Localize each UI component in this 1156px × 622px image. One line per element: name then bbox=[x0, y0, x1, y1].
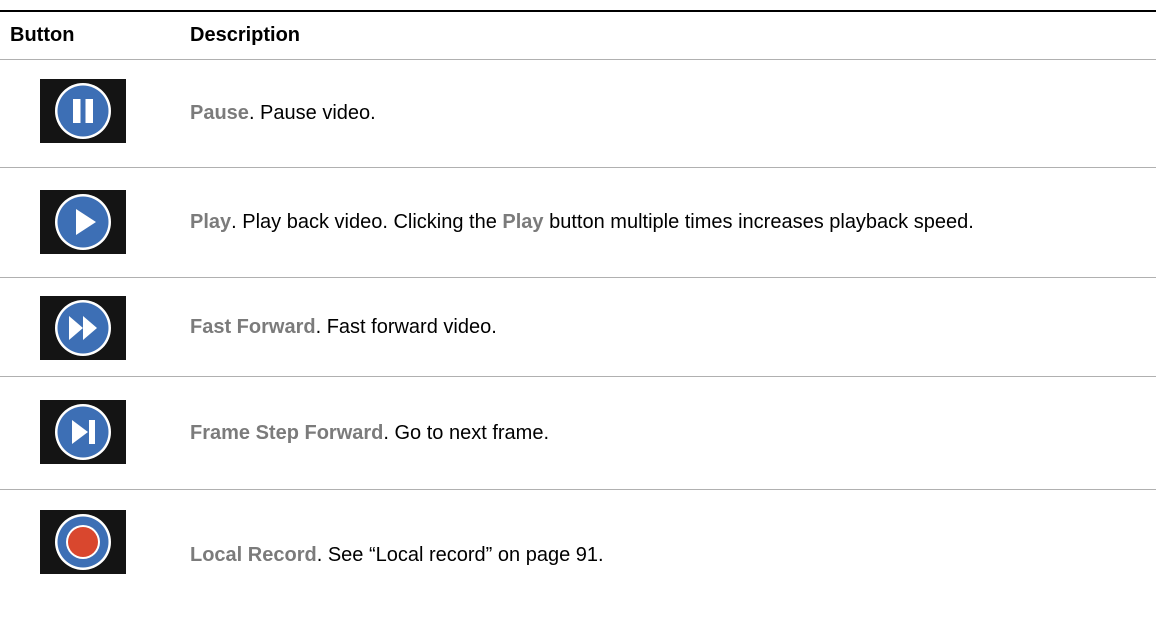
row-description: Frame Step Forward. Go to next frame. bbox=[190, 420, 1156, 447]
row-description: Local Record. See “Local record” on page… bbox=[190, 542, 1156, 569]
table-row: Fast Forward. Fast forward video. bbox=[0, 278, 1156, 377]
term-play: Play bbox=[190, 211, 232, 233]
row-description: Pause. Pause video. bbox=[190, 100, 1156, 127]
description-text: . Play back video. Clicking the bbox=[231, 211, 503, 233]
play-icon bbox=[40, 190, 126, 254]
description-text: . See “Local record” on page 91. bbox=[316, 543, 604, 566]
header-button: Button bbox=[10, 24, 75, 46]
term-local-record: Local Record bbox=[190, 543, 317, 566]
row-description: Play. Play back video. Clicking the Play… bbox=[190, 209, 1156, 236]
term-pause: Pause bbox=[190, 102, 249, 124]
table-header: Button Description bbox=[0, 12, 1156, 60]
table-row: Pause. Pause video. bbox=[0, 60, 1156, 168]
local-record-icon bbox=[40, 510, 126, 574]
fast-forward-icon bbox=[40, 296, 126, 360]
description-text: . Fast forward video. bbox=[315, 315, 497, 338]
button-description-table: Button Description Pause. Pause video. P… bbox=[0, 10, 1156, 620]
term-frame-step-forward: Frame Step Forward bbox=[190, 421, 384, 444]
description-text: button multiple times increases playback… bbox=[543, 211, 974, 233]
term-fast-forward: Fast Forward bbox=[190, 315, 316, 338]
table-row: Play. Play back video. Clicking the Play… bbox=[0, 168, 1156, 278]
description-text: . Pause video. bbox=[248, 102, 376, 124]
row-description: Fast Forward. Fast forward video. bbox=[190, 314, 1156, 341]
term-play-inline: Play bbox=[502, 211, 544, 233]
table-row: Local Record. See “Local record” on page… bbox=[0, 490, 1156, 620]
description-text: . Go to next frame. bbox=[383, 421, 550, 444]
pause-icon bbox=[40, 79, 126, 143]
header-description: Description bbox=[190, 24, 301, 46]
table-row: Frame Step Forward. Go to next frame. bbox=[0, 377, 1156, 490]
frame-step-forward-icon bbox=[40, 400, 126, 464]
